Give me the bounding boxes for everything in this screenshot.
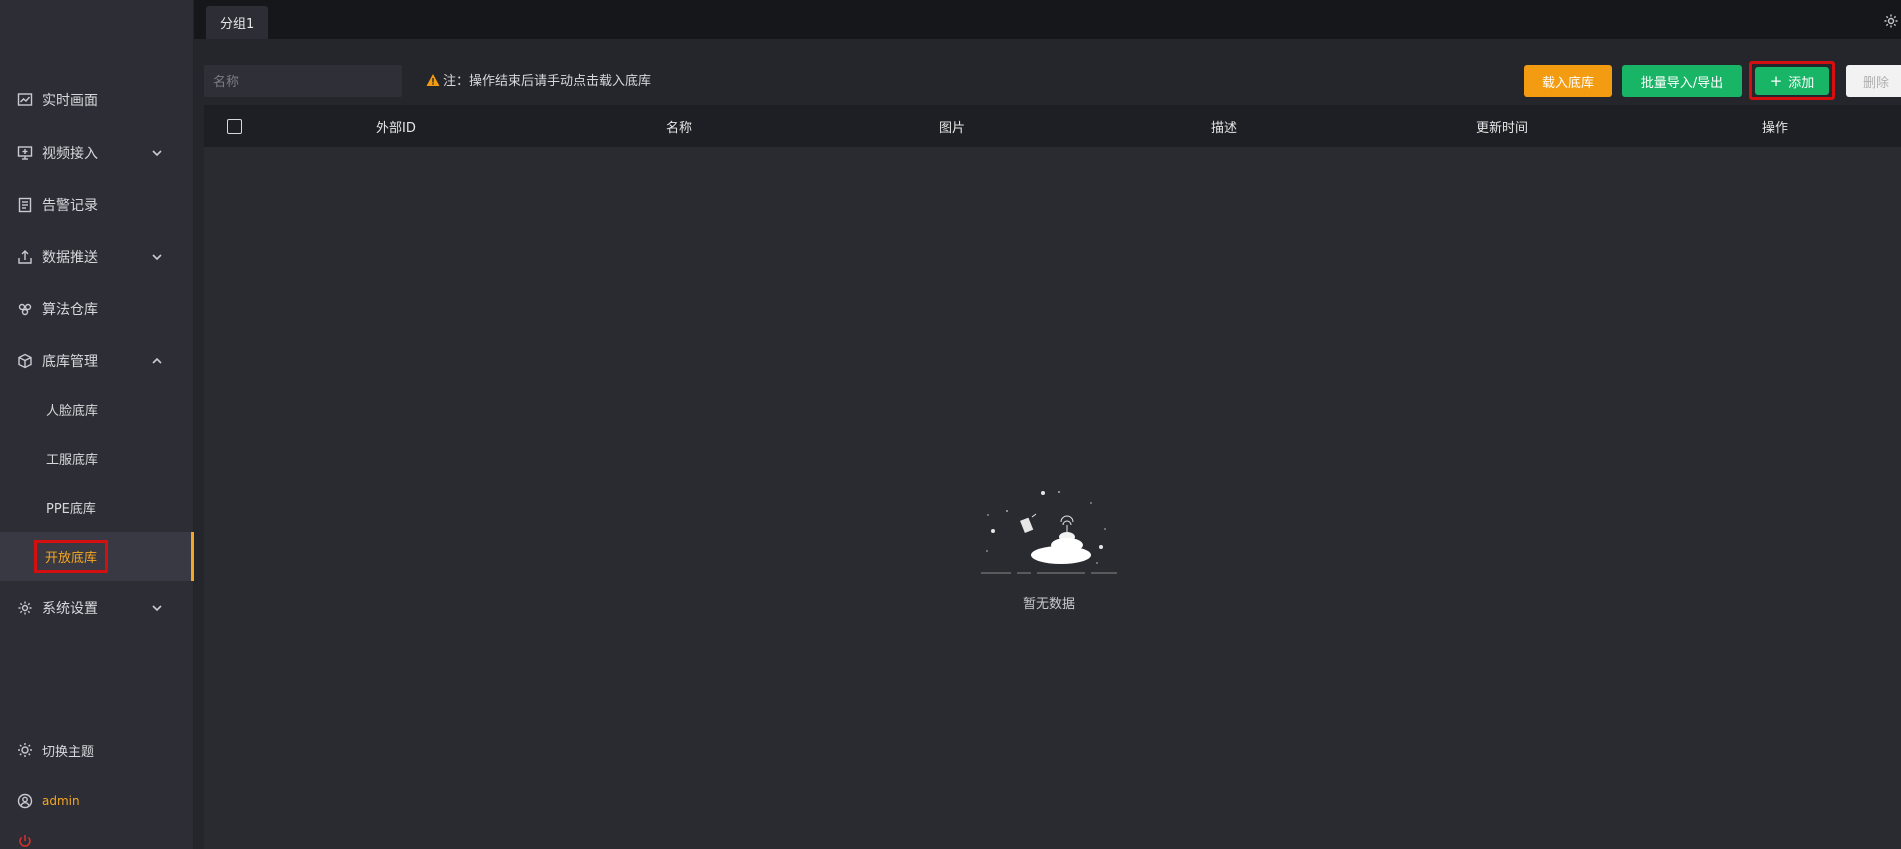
tab-group-1[interactable]: 分组1: [206, 6, 269, 39]
main-content: 注：操作结束后请手动点击载入底库 载入底库 批量导入/导出 + 添加 删除 外部…: [194, 39, 1901, 849]
sidebar-item-library-management[interactable]: 底库管理: [0, 335, 194, 387]
column-header: 图片: [939, 120, 966, 136]
column-header: 操作: [1762, 120, 1789, 136]
select-all-checkbox[interactable]: [227, 119, 242, 134]
switch-theme-label: 切换主题: [42, 744, 95, 760]
document-icon: [16, 196, 34, 214]
monitor-icon: [16, 144, 34, 162]
chevron-down-icon: [150, 601, 164, 615]
chevron-up-icon: [150, 354, 164, 368]
operation-note: 注：操作结束后请手动点击载入底库: [426, 70, 651, 89]
upload-icon: [16, 248, 34, 266]
sidebar-item-label: 系统设置: [42, 601, 98, 617]
sidebar-subitem-face-library[interactable]: 人脸底库: [0, 385, 194, 434]
sidebar-subitem-open-library[interactable]: 开放底库: [0, 532, 194, 581]
sidebar-item-label: 视频接入: [42, 146, 98, 162]
sidebar-item-live-view[interactable]: 实时画面: [0, 74, 194, 126]
cubes-icon: [16, 300, 34, 318]
chevron-down-icon: [150, 250, 164, 264]
sidebar-subitem-ppe-library[interactable]: PPE底库: [0, 483, 194, 532]
load-library-button[interactable]: 载入底库: [1524, 65, 1612, 97]
chart-line-icon: [16, 91, 34, 109]
table-body: 暂无数据: [204, 147, 1901, 849]
sidebar-subitem-label: 人脸底库: [46, 404, 99, 419]
sidebar: 实时画面 视频接入 告警记录 数据推送 算法仓库 底库管理 人脸底库 工服底库 …: [0, 0, 194, 849]
note-text: 注：操作结束后请手动点击载入底库: [443, 74, 652, 89]
sidebar-subitem-label: 开放底库: [34, 540, 109, 573]
sidebar-subitem-uniform-library[interactable]: 工服底库: [0, 434, 194, 483]
sun-icon: [16, 741, 34, 759]
empty-state: 暂无数据: [974, 487, 1124, 612]
sidebar-item-data-push[interactable]: 数据推送: [0, 231, 194, 283]
power-icon: [16, 833, 34, 849]
search-input[interactable]: [204, 65, 402, 97]
sidebar-item-label: 算法仓库: [42, 302, 98, 318]
empty-state-text: 暂无数据: [1022, 597, 1075, 612]
box-icon: [16, 352, 34, 370]
add-button-label: 添加: [1788, 75, 1815, 91]
user-menu[interactable]: admin: [0, 791, 194, 811]
switch-theme-button[interactable]: 切换主题: [0, 740, 194, 760]
column-header: 描述: [1211, 120, 1238, 136]
sidebar-subitem-label: PPE底库: [46, 502, 96, 517]
gear-icon: [16, 599, 34, 617]
column-header: 外部ID: [376, 120, 416, 136]
sidebar-item-system-settings[interactable]: 系统设置: [0, 582, 194, 634]
username: admin: [42, 794, 80, 808]
delete-button[interactable]: 删除: [1846, 65, 1901, 97]
sidebar-item-label: 告警记录: [42, 198, 98, 214]
batch-import-export-button[interactable]: 批量导入/导出: [1622, 65, 1742, 97]
sidebar-item-label: 底库管理: [42, 354, 98, 370]
sidebar-item-algorithm-store[interactable]: 算法仓库: [0, 283, 194, 335]
sidebar-item-label: 数据推送: [42, 250, 98, 266]
sidebar-subitem-label: 工服底库: [46, 453, 99, 468]
sidebar-item-alarm-records[interactable]: 告警记录: [0, 179, 194, 231]
avatar-icon: [16, 792, 34, 810]
plus-icon: +: [1769, 72, 1783, 90]
column-header: 更新时间: [1476, 120, 1529, 136]
column-header: 名称: [666, 120, 693, 136]
warning-icon: [426, 73, 440, 86]
chevron-down-icon: [150, 146, 164, 160]
tab-bar: 分组1: [194, 0, 1901, 39]
table-header: 外部ID 名称 图片 描述 更新时间 操作: [204, 105, 1901, 147]
empty-ufo-illustration: [981, 491, 1117, 574]
logout-button[interactable]: [0, 833, 194, 849]
add-button[interactable]: + 添加: [1755, 67, 1829, 95]
sidebar-item-video-access[interactable]: 视频接入: [0, 127, 194, 179]
gear-icon[interactable]: [1883, 13, 1899, 29]
add-button-highlight: + 添加: [1749, 61, 1835, 100]
sidebar-item-label: 实时画面: [42, 93, 98, 109]
